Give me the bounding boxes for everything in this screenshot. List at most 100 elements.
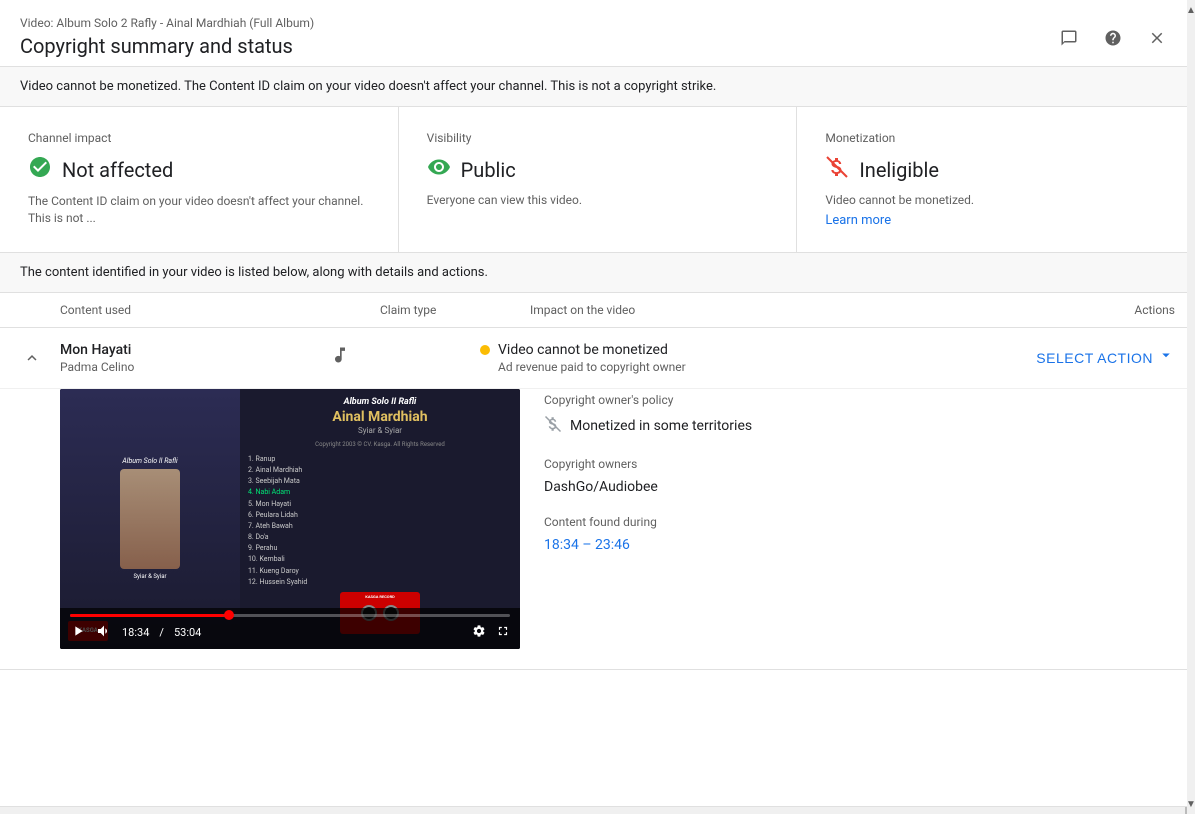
info-banner-text: Video cannot be monetized. The Content I… [20, 79, 716, 94]
expanded-content: Album Solo II Rafli Syiar & Syiar KASGA … [0, 389, 1195, 670]
collapse-button[interactable] [20, 346, 44, 370]
track-8: 8. Do'a [248, 532, 512, 543]
total-time: 53:04 [174, 626, 201, 639]
col-header-actions: Actions [975, 303, 1175, 317]
found-label: Content found during [544, 515, 1175, 529]
check-circle-icon [28, 155, 52, 185]
track-6: 6. Peulara Lidah [248, 510, 512, 521]
claim-impact-col: Video cannot be monetized Ad revenue pai… [480, 342, 975, 374]
owners-label: Copyright owners [544, 457, 1175, 471]
claim-title-col: Mon Hayati Padma Celino [60, 342, 330, 374]
video-controls: 18:34 / 53:04 [60, 608, 520, 649]
channel-impact-text: Not affected [62, 158, 173, 182]
claim-actions-col: SELECT ACTION [975, 346, 1175, 369]
track-5: 5. Mon Hayati [248, 499, 512, 510]
track-1: 1. Ranup [248, 454, 512, 465]
content-banner: The content identified in your video is … [0, 253, 1195, 293]
settings-button[interactable] [472, 624, 486, 642]
video-thumbnail: Album Solo II Rafli Syiar & Syiar KASGA … [60, 389, 520, 649]
table-row[interactable]: Mon Hayati Padma Celino Video cannot be … [0, 328, 1195, 389]
scroll-down-button[interactable]: ▼ [1187, 794, 1195, 814]
volume-button[interactable] [96, 623, 112, 643]
visibility-desc: Everyone can view this video. [427, 192, 769, 209]
policy-value: Monetized in some territories [570, 418, 752, 434]
impact-row: Video cannot be monetized [480, 342, 975, 358]
track-2: 2. Ainal Mardhiah [248, 465, 512, 476]
help-button[interactable] [1095, 20, 1131, 56]
claim-details: Copyright owner's policy Monetized in so… [544, 389, 1175, 649]
impact-text: Video cannot be monetized [498, 342, 668, 358]
header-icons [1051, 20, 1175, 56]
claim-subtitle: Padma Celino [60, 360, 330, 374]
album-title-text: Album Solo II Rafli [248, 397, 512, 407]
policy-section: Copyright owner's policy Monetized in so… [544, 393, 1175, 437]
found-section: Content found during 18:34 – 23:46 [544, 515, 1175, 553]
track-3: 3. Seebijah Mata [248, 476, 512, 487]
monetization-card: Monetization Ineligible Video cannot be … [797, 107, 1195, 252]
progress-dot [224, 610, 234, 620]
track-10: 10. Kembali [248, 554, 512, 565]
policy-no-dollar-icon [544, 415, 562, 437]
info-banner: Video cannot be monetized. The Content I… [0, 67, 1195, 107]
track-11: 11. Kueng Daroy [248, 566, 512, 577]
artist-name-text: Ainal Mardhiah [248, 409, 512, 425]
eye-icon [427, 155, 451, 184]
visibility-card: Visibility Public Everyone can view this… [399, 107, 798, 252]
monetization-desc: Video cannot be monetized. [825, 192, 1167, 209]
no-dollar-icon [825, 155, 849, 184]
learn-more-link[interactable]: Learn more [825, 213, 891, 228]
table-body: Mon Hayati Padma Celino Video cannot be … [0, 328, 1195, 806]
col-header-content: Content used [60, 303, 380, 317]
visibility-text: Public [461, 158, 516, 182]
play-button[interactable] [70, 623, 86, 643]
horizontal-scrollbar[interactable] [0, 806, 1195, 814]
visibility-value: Public [427, 155, 769, 184]
channel-impact-label: Channel impact [28, 131, 370, 145]
fullscreen-button[interactable] [496, 624, 510, 642]
col-header-claim: Claim type [380, 303, 530, 317]
policy-value-row: Monetized in some territories [544, 415, 1175, 437]
track-4: 4. Nabi Adam [248, 487, 512, 498]
track-12: 12. Hussein Syahid [248, 577, 512, 588]
dialog-subtitle: Video: Album Solo 2 Rafly - Ainal Mardhi… [20, 16, 314, 30]
tracklist: 1. Ranup 2. Ainal Mardhiah 3. Seebijah M… [248, 454, 512, 588]
monetization-text: Ineligible [859, 158, 939, 182]
owners-value: DashGo/Audiobee [544, 479, 1175, 495]
track-7: 7. Ateh Bawah [248, 521, 512, 532]
header-left: Video: Album Solo 2 Rafly - Ainal Mardhi… [20, 16, 314, 58]
cassette-label: KASGA RECORD [365, 594, 394, 599]
copyright-text: Copyright 2003 © CV. Kasga. All Rights R… [248, 441, 512, 448]
channel-impact-value: Not affected [28, 155, 370, 185]
dropdown-chevron-icon[interactable] [1157, 346, 1175, 369]
dialog-header: Video: Album Solo 2 Rafly - Ainal Mardhi… [0, 0, 1195, 67]
track-9: 9. Perahu [248, 543, 512, 554]
impact-sub: Ad revenue paid to copyright owner [480, 360, 975, 374]
music-note-icon [330, 345, 350, 370]
col-header-impact: Impact on the video [530, 303, 975, 317]
scroll-up-button[interactable]: ▲ [1187, 0, 1195, 20]
content-banner-text: The content identified in your video is … [20, 265, 488, 280]
status-cards: Channel impact Not affected The Content … [0, 107, 1195, 253]
vertical-scrollbar[interactable]: ▲ ▼ [1187, 0, 1195, 814]
channel-impact-desc: The Content ID claim on your video doesn… [28, 193, 370, 227]
select-action-button[interactable]: SELECT ACTION [1036, 350, 1153, 366]
monetization-value: Ineligible [825, 155, 1167, 184]
claim-type-col [330, 345, 480, 370]
channel-impact-card: Channel impact Not affected The Content … [0, 107, 399, 252]
owners-section: Copyright owners DashGo/Audiobee [544, 457, 1175, 495]
dialog-title: Copyright summary and status [20, 34, 314, 58]
album-person [120, 469, 180, 569]
monetization-label: Monetization [825, 131, 1167, 145]
time-separator: / [159, 626, 164, 639]
time-range-link[interactable]: 18:34 – 23:46 [544, 537, 630, 553]
progress-bar[interactable] [70, 614, 510, 617]
visibility-label: Visibility [427, 131, 769, 145]
video-inner: Album Solo II Rafli Syiar & Syiar KASGA … [60, 389, 520, 649]
feedback-button[interactable] [1051, 20, 1087, 56]
close-button[interactable] [1139, 20, 1175, 56]
current-time: 18:34 [122, 626, 149, 639]
album-sub-text: Syiar & Syiar [248, 426, 512, 435]
copyright-dialog: Video: Album Solo 2 Rafly - Ainal Mardhi… [0, 0, 1195, 814]
policy-label: Copyright owner's policy [544, 393, 1175, 407]
controls-row: 18:34 / 53:04 [70, 623, 510, 643]
